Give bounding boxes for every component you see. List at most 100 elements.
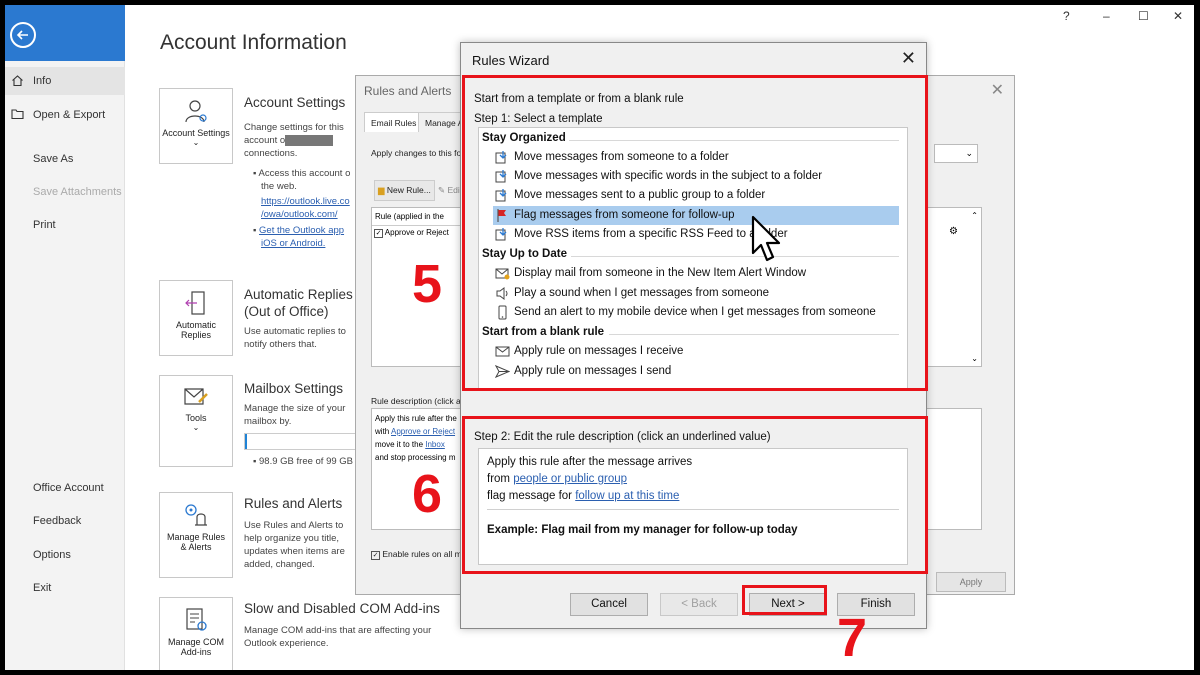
account-settings-text: Change settings for this account o conne… [244, 121, 344, 160]
sidebar-item-exit[interactable]: Exit [5, 574, 125, 602]
sidebar-item-label: Info [33, 75, 52, 87]
rule-description-label: Rule description (click an [371, 396, 466, 406]
sidebar-item-label: Exit [33, 582, 52, 594]
enable-rules-checkbox[interactable]: ✓ Enable rules on all me [371, 549, 466, 560]
rules-text: Use Rules and Alerts to help organize yo… [244, 519, 345, 571]
text-line: added, changed. [244, 559, 315, 570]
text-line: account o [244, 135, 286, 146]
sidebar-item-info[interactable]: Info [5, 67, 125, 95]
annotation-number-7: 7 [837, 608, 868, 668]
backstage-sidebar: Info Open & Export Save As Save Attachme… [5, 5, 125, 670]
close-icon[interactable]: ✕ [901, 48, 916, 69]
sidebar-item-label: Print [33, 219, 56, 231]
door-arrow-icon [185, 291, 205, 315]
text-line: Outlook experience. [244, 638, 329, 649]
text-line: Apply this rule after the [375, 414, 457, 423]
chevron-down-icon: ⌄ [192, 423, 200, 432]
outlook-web-link[interactable]: https://outlook.live.co [253, 195, 350, 208]
sidebar-item-open-export[interactable]: Open & Export [5, 101, 125, 129]
sidebar-item-label: Feedback [33, 515, 82, 527]
folder-open-icon [11, 109, 24, 120]
com-addins-title: Slow and Disabled COM Add-ins [244, 601, 440, 616]
text-line: with [375, 427, 392, 436]
annotation-box-step2 [462, 416, 928, 574]
help-button[interactable]: ? [1063, 9, 1070, 23]
dialog-title: Rules Wizard [472, 53, 550, 68]
sidebar-item-office-account[interactable]: Office Account [5, 474, 125, 502]
checkbox-label: Enable rules on all me [382, 549, 467, 559]
card-label: Account Settings [162, 128, 230, 138]
storage-text: ▪ 98.9 GB free of 99 GB [253, 456, 354, 467]
chevron-down-icon: ⌄ [192, 138, 200, 147]
redacted-email [285, 134, 334, 146]
apply-button[interactable]: Apply [936, 572, 1006, 592]
title-line: Automatic Replies [244, 287, 353, 302]
scroll-up-icon[interactable]: ⌃ [971, 211, 978, 220]
apply-changes-label: Apply changes to this fol [371, 148, 464, 158]
close-icon[interactable]: ✕ [991, 80, 1004, 100]
sidebar-item-label: Save Attachments [33, 186, 122, 198]
card-label: Manage Rules & Alerts [166, 532, 226, 552]
scroll-down-icon[interactable]: ⌄ [971, 354, 978, 363]
text-line: Use automatic replies to [244, 326, 346, 337]
account-bullets: ▪ Access this account o the web. https:/… [253, 168, 351, 250]
automatic-replies-text: Use automatic replies to notify others t… [244, 325, 346, 351]
approve-reject-link[interactable]: Approve or Reject [391, 427, 455, 436]
get-app-link-cont[interactable]: iOS or Android. [253, 237, 350, 250]
text-line: connections. [244, 148, 298, 159]
button-label: Edi [447, 185, 460, 195]
checkbox-checked-icon: ✓ [371, 551, 380, 560]
text-line: Access this account o [258, 168, 351, 179]
text-line: notify others that. [244, 339, 317, 350]
inbox-link[interactable]: Inbox [425, 440, 445, 449]
rule-row[interactable]: ✓ Approve or Reject [374, 228, 449, 238]
checkbox-checked-icon[interactable]: ✓ [374, 229, 383, 238]
annotation-box-step1 [462, 75, 928, 391]
dialog-title: Rules and Alerts [364, 84, 452, 98]
text-line: mailbox by. [244, 416, 292, 427]
get-app-link[interactable]: Get the Outlook app [259, 225, 344, 236]
text-line: updates when items are [244, 546, 345, 557]
manage-com-card[interactable]: Manage COM Add-ins [159, 597, 233, 670]
account-settings-card[interactable]: Account Settings ⌄ [159, 88, 233, 164]
outlook-web-link-cont[interactable]: /owa/outlook.com/ [253, 208, 350, 221]
rule-options-icon[interactable]: ⚙ [949, 226, 958, 237]
cancel-button[interactable]: Cancel [570, 593, 648, 616]
close-window-button[interactable]: ✕ [1173, 9, 1183, 23]
mailbox-text: Manage the size of your mailbox by. [244, 402, 345, 428]
sidebar-item-options[interactable]: Options [5, 541, 125, 569]
sidebar-item-label: Office Account [33, 482, 104, 494]
text-line: Change settings for this [244, 122, 344, 133]
card-label: Manage COM Add-ins [167, 637, 225, 657]
sidebar-item-save-as[interactable]: Save As [5, 145, 125, 173]
tab-email-rules[interactable]: Email Rules [364, 112, 424, 132]
automatic-replies-card[interactable]: Automatic Replies [159, 280, 233, 356]
manage-rules-card[interactable]: Manage Rules & Alerts [159, 492, 233, 578]
text-line: Manage the size of your [244, 403, 346, 414]
text-line: the web. [261, 181, 297, 192]
back-button[interactable] [10, 22, 36, 48]
page-title: Account Information [160, 31, 347, 54]
sidebar-item-print[interactable]: Print [5, 211, 125, 239]
text-line: help organize you title, [244, 533, 340, 544]
new-rule-icon: ▆ [378, 185, 385, 195]
chevron-down-icon: ⌄ [965, 148, 973, 158]
outlook-backstage-window: ? – ☐ ✕ Info Open & Export Save As Save … [5, 5, 1194, 670]
folder-select[interactable]: ⌄ [934, 144, 978, 163]
minimize-button[interactable]: – [1103, 9, 1110, 23]
com-text: Manage COM add-ins that are affecting yo… [244, 624, 431, 650]
maximize-button[interactable]: ☐ [1138, 9, 1149, 23]
back-area [5, 5, 125, 61]
sidebar-item-feedback[interactable]: Feedback [5, 507, 125, 535]
column-header: Rule (applied in the [372, 208, 460, 226]
com-addins-icon [186, 608, 207, 631]
back-button: < Back [660, 593, 738, 616]
rules-list-right: ⚙ ⌃ ⌄ [926, 207, 982, 367]
annotation-number-5: 5 [412, 254, 443, 314]
account-settings-title: Account Settings [244, 95, 346, 110]
sidebar-item-label: Options [33, 549, 71, 561]
card-label: Tools [185, 413, 207, 423]
edit-rule-button[interactable]: ✎ Edi [438, 185, 460, 196]
new-rule-button[interactable]: ▆ New Rule... [374, 180, 435, 201]
tools-card[interactable]: Tools ⌄ [159, 375, 233, 467]
